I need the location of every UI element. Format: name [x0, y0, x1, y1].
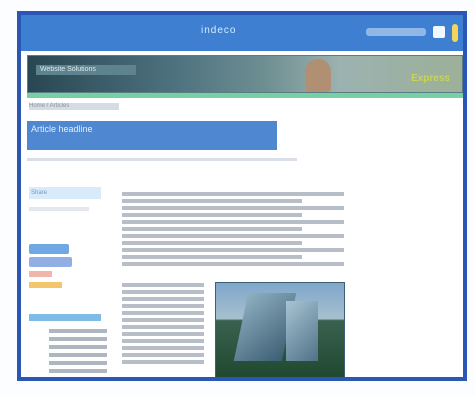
sidebar-links[interactable]	[49, 329, 107, 377]
user-icon[interactable]	[433, 26, 445, 38]
banner-label: Website Solutions	[36, 65, 136, 75]
share-button[interactable]	[29, 244, 69, 254]
sidebar-heading	[29, 314, 101, 321]
browser-screen: indeco Website Solutions Express Home / …	[17, 11, 467, 381]
hero-banner: Website Solutions Express	[27, 55, 463, 93]
person-image	[305, 59, 331, 92]
building-photo	[215, 282, 345, 377]
rating-icon[interactable]	[29, 271, 52, 277]
share-button[interactable]	[29, 257, 72, 267]
chevron-icon[interactable]	[452, 24, 458, 42]
glass-building	[286, 301, 318, 361]
article-body	[122, 192, 344, 269]
sidebar-title: Share	[31, 190, 48, 196]
rating-icon[interactable]	[29, 282, 62, 288]
search-input[interactable]	[366, 28, 426, 36]
brand-logo[interactable]: indeco	[201, 25, 236, 36]
top-navigation-bar: indeco	[21, 15, 463, 51]
article-headline: Article headline	[27, 121, 277, 150]
breadcrumb[interactable]: Home / Articles	[29, 103, 119, 110]
banner-logo: Express	[411, 73, 450, 84]
screenshot-frame: indeco Website Solutions Express Home / …	[0, 0, 475, 395]
sidebar-divider	[29, 207, 89, 211]
article-meta-line	[27, 158, 297, 161]
accent-divider	[27, 93, 463, 98]
article-body-left	[122, 283, 204, 367]
